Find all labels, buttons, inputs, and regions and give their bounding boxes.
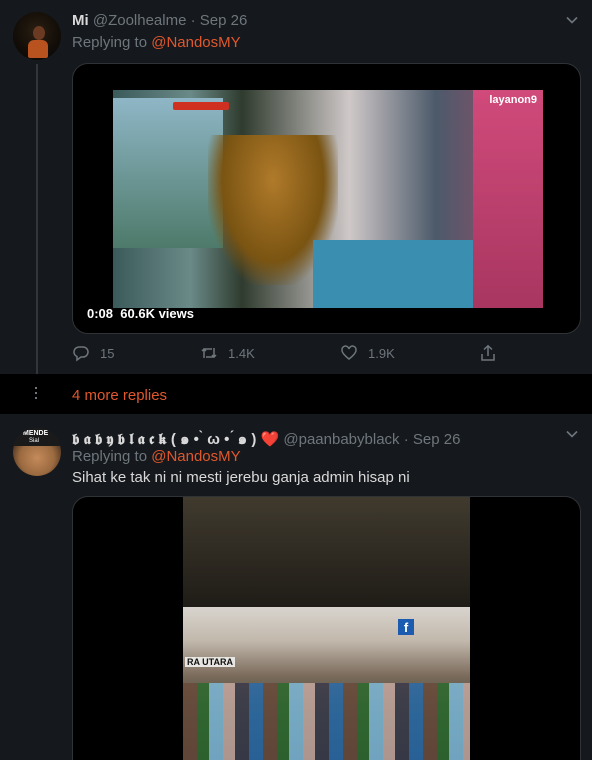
thread-line	[36, 64, 38, 374]
reply-count: 15	[100, 345, 115, 361]
avatar-text: MENDE	[23, 430, 49, 437]
facebook-icon: f	[398, 619, 414, 635]
retweet-count: 1.4K	[228, 345, 255, 361]
tweet-text: Sihat ke tak ni ni mesti jerebu ganja ad…	[72, 469, 410, 486]
avatar[interactable]: MENDE Sial	[13, 428, 61, 476]
crowd-scene	[183, 683, 470, 760]
tweet-header: Mi @Zoolhealme · Sep 26	[72, 12, 247, 29]
heart-emoji: ❤️	[260, 431, 280, 448]
display-name[interactable]: Mi	[72, 12, 89, 29]
reply-icon	[73, 346, 89, 362]
retweet-button[interactable]: 1.4K	[200, 344, 255, 362]
channel-logo: layanon9	[489, 94, 537, 106]
user-handle[interactable]: @Zoolhealme	[93, 12, 187, 29]
like-icon	[341, 345, 357, 360]
like-count: 1.9K	[368, 345, 395, 361]
video-views: 60.6K views	[120, 306, 194, 321]
avatar[interactable]	[13, 12, 61, 60]
tweet-2[interactable]: MENDE Sial 𝖇 𝖆 𝖇 𝖞 𝖇 𝖑 𝖆 𝖈 𝖐 ( ๑ • ̀ ω •…	[0, 414, 592, 760]
video-stats: 0:08 60.6K views	[87, 306, 194, 321]
share-button[interactable]	[479, 344, 497, 362]
user-handle[interactable]: @paanbabyblack	[283, 431, 399, 448]
mention-link[interactable]: @NandosMY	[151, 448, 240, 465]
tweet-date[interactable]: Sep 26	[200, 12, 248, 29]
retweet-icon	[201, 347, 217, 359]
video-player[interactable]: RA UTARA f	[72, 496, 581, 760]
share-icon	[481, 344, 495, 361]
like-button[interactable]: 1.9K	[340, 344, 395, 362]
tweet-actions: 15 1.4K 1.9K	[72, 344, 502, 364]
tweet-1[interactable]: Mi @Zoolhealme · Sep 26 Replying to @Nan…	[0, 0, 592, 374]
more-dots-icon	[34, 385, 38, 403]
separator: ·	[403, 431, 409, 448]
video-frame: RA UTARA f	[183, 497, 470, 760]
video-frame: layanon9	[113, 90, 543, 308]
chevron-down-icon[interactable]	[566, 430, 578, 438]
display-name[interactable]: 𝖇 𝖆 𝖇 𝖞 𝖇 𝖑 𝖆 𝖈 𝖐 ( ๑ • ̀ ω • ́ ๑ )	[72, 431, 261, 448]
more-replies-row[interactable]: 4 more replies	[0, 374, 592, 414]
more-replies-link[interactable]: 4 more replies	[72, 387, 167, 404]
avatar-text: Sial	[29, 438, 40, 444]
video-player[interactable]: layanon9 0:08 60.6K views	[72, 63, 581, 334]
tweet-date[interactable]: Sep 26	[413, 431, 461, 448]
replying-to: Replying to @NandosMY	[72, 448, 241, 465]
chevron-down-icon[interactable]	[566, 16, 578, 24]
channel-tag	[173, 102, 229, 110]
video-duration: 0:08	[87, 306, 114, 321]
mention-link[interactable]: @NandosMY	[151, 34, 240, 51]
reply-button[interactable]: 15	[72, 344, 114, 362]
video-overlay-text: RA UTARA	[185, 657, 235, 667]
replying-to: Replying to @NandosMY	[72, 34, 241, 51]
separator: ·	[190, 12, 196, 29]
